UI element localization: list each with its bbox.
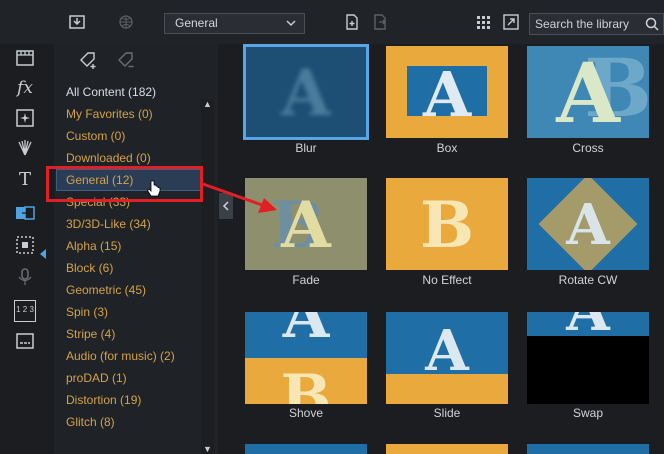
annotation-arrow: [202, 182, 277, 213]
mouse-cursor-icon: [146, 180, 162, 205]
